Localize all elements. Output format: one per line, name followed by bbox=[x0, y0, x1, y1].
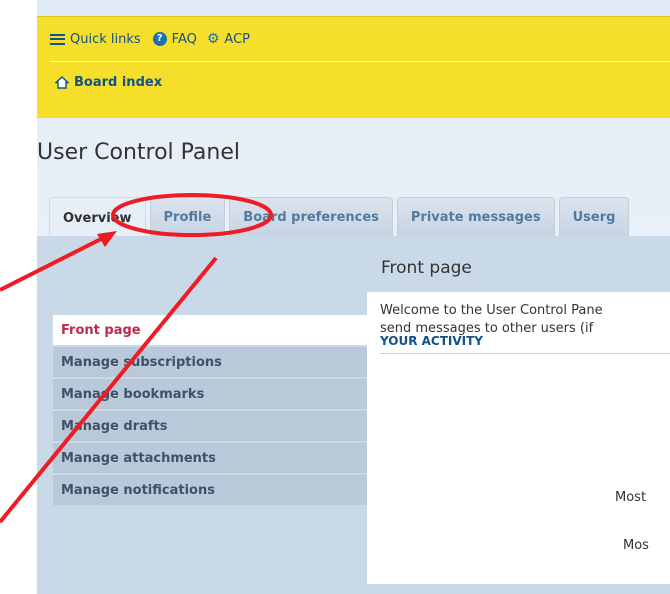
activity-heading: YOUR ACTIVITY bbox=[380, 334, 670, 354]
home-icon bbox=[55, 75, 69, 89]
tab-overview[interactable]: Overview bbox=[49, 197, 146, 238]
quick-links-label: Quick links bbox=[70, 31, 141, 47]
ucp-tabs: Overview Profile Board preferences Priva… bbox=[49, 197, 633, 238]
gears-icon: ⚙ bbox=[206, 31, 220, 47]
menu-item-manage-attachments[interactable]: Manage attachments bbox=[53, 443, 367, 473]
activity-stat-1: Most bbox=[615, 490, 647, 505]
page-title: User Control Panel bbox=[37, 140, 241, 165]
faq-link[interactable]: ? FAQ bbox=[152, 31, 197, 47]
ucp-sidebar-menu: Front page Manage subscriptions Manage b… bbox=[53, 315, 367, 507]
tab-profile[interactable]: Profile bbox=[149, 197, 226, 236]
menu-item-manage-bookmarks[interactable]: Manage bookmarks bbox=[53, 379, 367, 409]
welcome-line-1: Welcome to the User Control Pane bbox=[380, 303, 603, 318]
menu-item-front-page[interactable]: Front page bbox=[53, 315, 367, 345]
acp-link[interactable]: ⚙ ACP bbox=[207, 31, 250, 47]
tab-usergroups[interactable]: Userg bbox=[558, 197, 630, 236]
activity-stat-2: Mos bbox=[623, 538, 649, 553]
breadcrumb: Board index bbox=[37, 62, 670, 102]
menu-item-manage-notifications[interactable]: Manage notifications bbox=[53, 475, 367, 505]
board-index-label: Board index bbox=[74, 74, 163, 90]
faq-label: FAQ bbox=[171, 31, 197, 47]
menu-item-manage-drafts[interactable]: Manage drafts bbox=[53, 411, 367, 441]
tab-private-messages[interactable]: Private messages bbox=[396, 197, 555, 236]
question-icon: ? bbox=[152, 32, 167, 46]
welcome-text: Welcome to the User Control Pane send me… bbox=[380, 302, 670, 338]
acp-label: ACP bbox=[224, 31, 250, 47]
content-box: Welcome to the User Control Pane send me… bbox=[367, 292, 670, 584]
navbar: Quick links ? FAQ ⚙ ACP Board index bbox=[37, 16, 670, 118]
board-index-link[interactable]: Board index bbox=[55, 75, 162, 90]
navbar-quick-row: Quick links ? FAQ ⚙ ACP bbox=[37, 17, 670, 61]
hamburger-icon bbox=[50, 33, 65, 45]
menu-item-manage-subscriptions[interactable]: Manage subscriptions bbox=[53, 347, 367, 377]
quick-links-menu[interactable]: Quick links bbox=[50, 32, 141, 47]
section-title: Front page bbox=[381, 258, 472, 278]
tab-board-preferences[interactable]: Board preferences bbox=[229, 197, 393, 236]
